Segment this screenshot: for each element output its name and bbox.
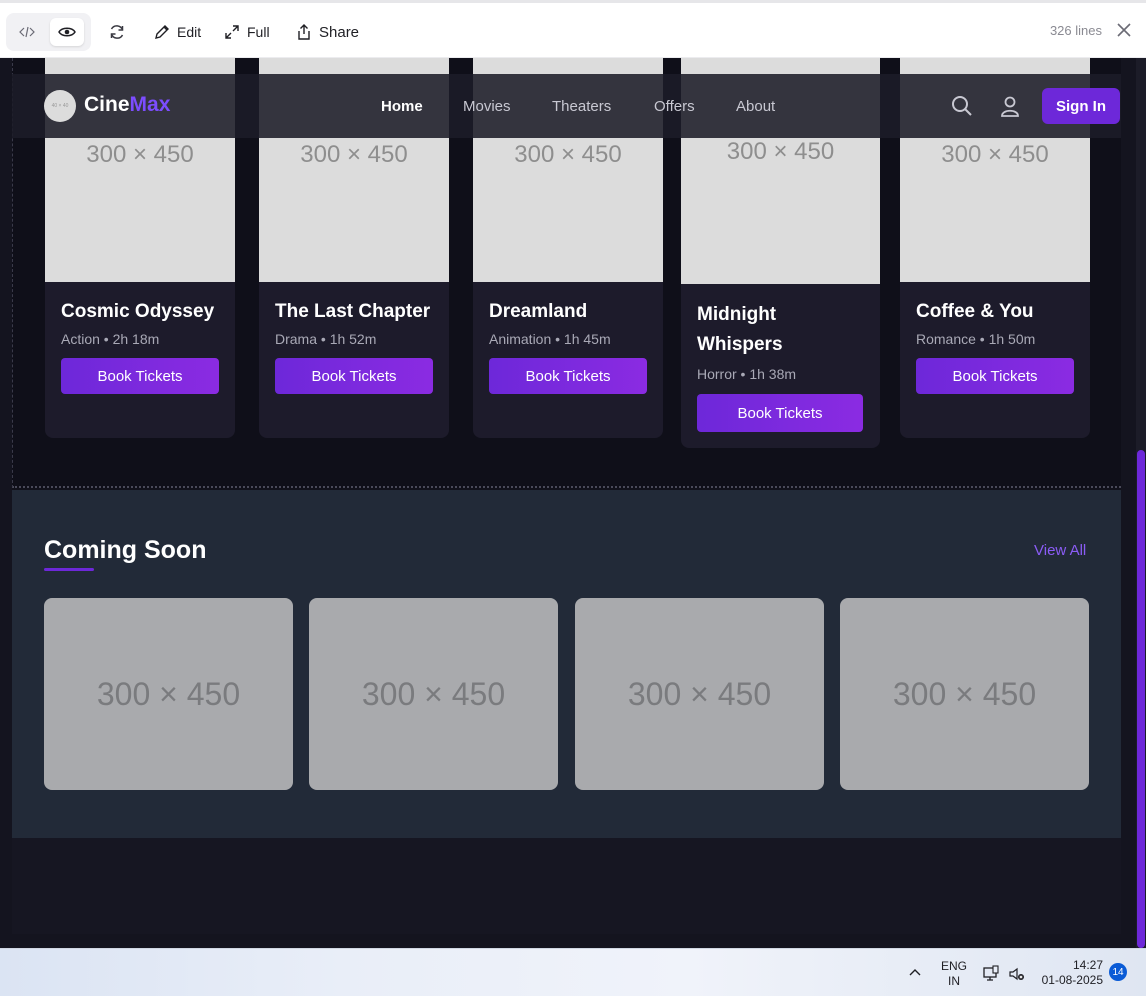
poster-placeholder: 300 × 450 xyxy=(627,675,772,712)
coming-soon-section: Coming Soon View All 300 × 450 300 × 450… xyxy=(12,490,1121,838)
notification-badge[interactable]: 14 xyxy=(1109,963,1127,981)
movie-meta: Romance • 1h 50m xyxy=(916,331,1036,347)
poster-placeholder: 300 × 450 xyxy=(96,675,241,712)
full-label: Full xyxy=(247,24,270,40)
line-count: 326 lines xyxy=(1049,23,1102,38)
movie-title: Coffee & You xyxy=(916,301,1034,322)
refresh-icon xyxy=(110,25,124,39)
fullscreen-button[interactable]: Full xyxy=(224,19,270,45)
section-title: Coming Soon xyxy=(44,536,207,564)
movie-title: Dreamland xyxy=(489,301,588,322)
poster-placeholder: 300 × 450 xyxy=(300,141,408,168)
code-icon xyxy=(19,26,35,38)
poster-placeholder: 300 × 450 xyxy=(726,138,835,165)
logo-accent: Max xyxy=(129,93,171,116)
coming-soon-poster[interactable]: 300 × 450 xyxy=(840,598,1089,790)
book-tickets-button[interactable]: Book Tickets xyxy=(916,358,1074,394)
region-code: IN xyxy=(948,974,960,988)
windows-taskbar: ENG IN 14:27 01-08-2025 xyxy=(0,948,1146,996)
code-view-button[interactable] xyxy=(10,18,44,46)
system-clock[interactable]: 14:27 01-08-2025 xyxy=(1042,958,1103,988)
eye-icon xyxy=(58,27,76,37)
movie-meta: Animation • 1h 45m xyxy=(489,331,611,347)
book-tickets-button[interactable]: Book Tickets xyxy=(275,358,433,394)
movie-title: The Last Chapter xyxy=(275,301,431,322)
speaker-muted-icon[interactable] xyxy=(1008,965,1026,983)
movie-title: Midnight Whispers xyxy=(697,304,783,355)
preview-pane: 300 × 450 Cosmic Odyssey Action • 2h 18m… xyxy=(0,58,1146,948)
coming-soon-poster[interactable]: 300 × 450 xyxy=(44,598,293,790)
clock-date: 01-08-2025 xyxy=(1041,973,1103,987)
poster-placeholder: 300 × 450 xyxy=(86,141,194,168)
user-icon[interactable] xyxy=(998,94,1022,118)
chevron-up-icon[interactable] xyxy=(908,966,922,980)
site-logo[interactable]: CineMax xyxy=(84,93,170,117)
sign-in-button[interactable]: Sign In xyxy=(1042,88,1120,124)
logo-image[interactable]: 40 × 40 xyxy=(44,90,76,122)
share-icon xyxy=(298,24,310,40)
language-code: ENG xyxy=(940,959,967,973)
preview-view-button[interactable] xyxy=(50,18,84,46)
coming-soon-poster[interactable]: 300 × 450 xyxy=(575,598,824,790)
edit-label: Edit xyxy=(177,24,202,40)
scrollbar-thumb[interactable] xyxy=(1137,450,1145,948)
preview-scrollbar[interactable] xyxy=(1136,58,1146,948)
refresh-button[interactable] xyxy=(108,19,126,45)
movie-meta: Drama • 1h 52m xyxy=(275,331,377,347)
search-icon[interactable] xyxy=(950,94,974,118)
movie-title: Cosmic Odyssey xyxy=(61,301,215,322)
footer-area xyxy=(12,838,1121,934)
share-button[interactable]: Share xyxy=(296,19,359,45)
book-tickets-button[interactable]: Book Tickets xyxy=(697,394,863,432)
language-indicator[interactable]: ENG IN xyxy=(940,959,968,989)
poster-placeholder: 300 × 450 xyxy=(892,675,1037,712)
nav-link-offers[interactable]: Offers xyxy=(654,98,695,115)
title-underline xyxy=(44,568,94,571)
view-all-link[interactable]: View All xyxy=(1034,542,1086,559)
coming-soon-poster[interactable]: 300 × 450 xyxy=(309,598,558,790)
editor-toolbar: Edit Full Share 326 lines xyxy=(0,0,1146,58)
nav-link-movies[interactable]: Movies xyxy=(463,98,511,115)
movie-meta: Horror • 1h 38m xyxy=(697,366,797,382)
nav-link-about[interactable]: About xyxy=(736,98,775,115)
edit-button[interactable]: Edit xyxy=(154,19,201,45)
poster-placeholder: 300 × 450 xyxy=(361,675,506,712)
poster-placeholder: 300 × 450 xyxy=(941,141,1049,168)
clock-time: 14:27 xyxy=(1072,958,1103,972)
network-icon[interactable] xyxy=(982,965,1000,983)
book-tickets-button[interactable]: Book Tickets xyxy=(61,358,219,394)
nav-link-theaters[interactable]: Theaters xyxy=(552,98,611,115)
poster-placeholder: 300 × 450 xyxy=(514,141,622,168)
nav-link-home[interactable]: Home xyxy=(381,98,423,115)
view-mode-toggle xyxy=(6,13,91,51)
website-preview: 300 × 450 Cosmic Odyssey Action • 2h 18m… xyxy=(12,58,1121,934)
expand-icon xyxy=(225,25,239,39)
book-tickets-button[interactable]: Book Tickets xyxy=(489,358,647,394)
share-label: Share xyxy=(319,23,360,41)
site-navbar: 40 × 40 CineMax Home Movies Theaters Off… xyxy=(12,74,1121,138)
movie-meta: Action • 2h 18m xyxy=(61,331,160,347)
logo-main: Cine xyxy=(84,93,130,116)
close-icon[interactable] xyxy=(1116,22,1132,38)
pencil-icon xyxy=(155,25,169,39)
